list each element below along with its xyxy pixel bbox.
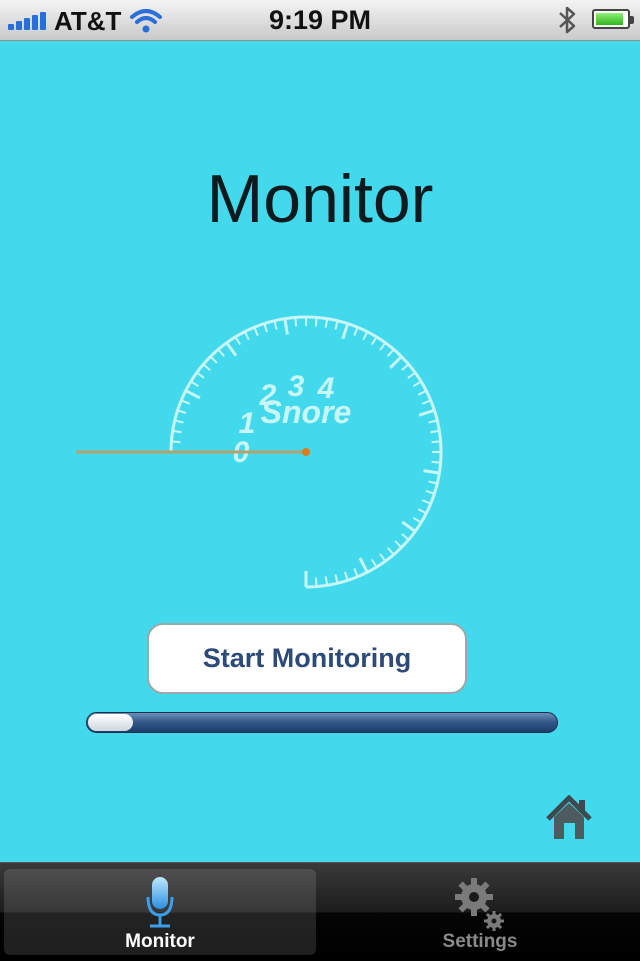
gauge-minor-tick — [253, 326, 259, 336]
gauge-minor-tick — [379, 342, 387, 351]
tab-monitor-label: Monitor — [125, 931, 195, 952]
gauge-minor-tick — [412, 516, 422, 524]
gauge-minor-tick — [234, 336, 242, 346]
gauge-minor-tick — [294, 317, 298, 327]
gauge-major-tick — [185, 389, 201, 400]
gauge-minor-tick — [202, 363, 211, 371]
clock: 9:19 PM — [268, 5, 372, 35]
gauge-major-tick — [225, 341, 238, 357]
gauge-minor-tick — [387, 348, 395, 357]
gauge-minor-tick — [273, 320, 278, 330]
gears-icon — [455, 878, 504, 931]
microphone-icon — [146, 877, 174, 928]
gauge-major-tick — [358, 557, 369, 573]
gauge-minor-tick — [417, 508, 427, 515]
battery-icon — [592, 9, 634, 29]
start-monitoring-button[interactable]: Start Monitoring — [147, 623, 467, 694]
gauge-minor-tick — [177, 409, 187, 415]
tab-settings-label: Settings — [442, 931, 518, 952]
gauge-minor-tick — [370, 558, 378, 568]
gauge-minor-tick — [412, 380, 422, 388]
level-progress-bar — [86, 712, 558, 733]
gauge-minor-tick — [174, 419, 184, 424]
gauge-minor-tick — [422, 499, 432, 505]
bluetooth-icon — [559, 6, 576, 34]
battery-level — [596, 13, 623, 25]
status-bar: AT&T 9:19 PM — [0, 0, 640, 41]
gauge-minor-tick — [394, 540, 403, 549]
gauge-major-tick — [418, 408, 435, 417]
gauge-minor-tick — [334, 574, 339, 584]
gauge-scale-label: 1 — [239, 407, 256, 440]
gauge-minor-tick — [334, 320, 339, 330]
gauge-minor-tick — [401, 533, 410, 541]
gauge-minor-tick — [324, 576, 329, 586]
gauge-minor-tick — [370, 336, 378, 346]
gauge-minor-tick — [180, 399, 190, 405]
gauge-minor-tick — [431, 440, 441, 444]
gauge-major-tick — [401, 520, 417, 533]
tab-settings[interactable]: Settings — [324, 869, 636, 955]
gauge-minor-tick — [196, 371, 205, 379]
gauge-minor-tick — [217, 348, 225, 357]
gauge-minor-tick — [428, 480, 438, 485]
gauge-minor-tick — [425, 489, 435, 495]
gauge-minor-tick — [353, 568, 359, 578]
tab-monitor[interactable]: Monitor — [4, 869, 316, 955]
gauge-minor-tick — [314, 317, 318, 327]
gauge-minor-tick — [401, 363, 410, 371]
home-icon[interactable] — [545, 795, 593, 841]
gauge-minor-tick — [387, 547, 395, 556]
gauge-minor-tick — [428, 419, 438, 424]
gauge-minor-tick — [362, 331, 369, 341]
snore-gauge: 0 1 2 3 4 Snore — [76, 315, 443, 589]
gauge-minor-tick — [407, 371, 416, 379]
gauge-minor-tick — [172, 429, 182, 434]
gauge-minor-tick — [343, 571, 349, 581]
gauge-minor-tick — [353, 326, 359, 336]
gauge-minor-tick — [422, 399, 432, 405]
gauge-minor-tick — [314, 577, 318, 587]
gauge-major-tick — [423, 469, 440, 475]
gauge-minor-tick — [324, 318, 329, 328]
gauge-minor-tick — [243, 331, 250, 341]
gauge-minor-tick — [431, 460, 441, 464]
gauge-major-tick — [389, 355, 403, 369]
gauge-minor-tick — [430, 429, 440, 434]
gauge-minor-tick — [190, 380, 200, 388]
gauge-minor-tick — [379, 553, 387, 562]
tab-bar: Monitor Settings — [0, 862, 640, 961]
gauge-minor-tick — [263, 323, 269, 333]
gauge-label: Snore — [261, 394, 352, 430]
page-title: Monitor — [206, 161, 434, 237]
gauge-major-tick — [283, 318, 289, 335]
gauge-minor-tick — [417, 389, 427, 396]
gauge-needle-hub — [302, 448, 310, 456]
gauge-minor-tick — [171, 440, 181, 444]
gauge-major-tick — [341, 323, 350, 340]
progress-fill — [88, 714, 133, 731]
gauge-minor-tick — [209, 355, 218, 364]
